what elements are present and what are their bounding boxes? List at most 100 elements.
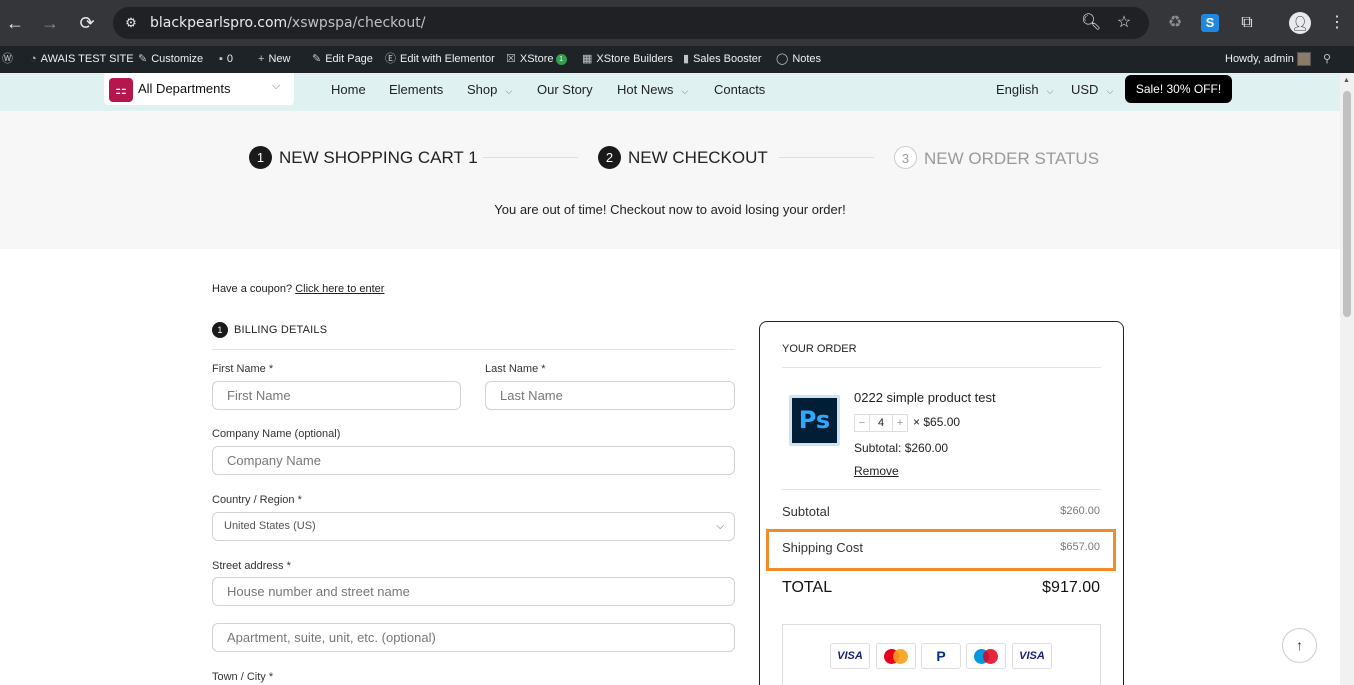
timer-message: You are out of time! Checkout now to avo… — [494, 202, 846, 217]
chevron-down-icon: ⌵ — [505, 86, 513, 96]
adminbar-customize[interactable]: ✎ Customize — [138, 46, 203, 73]
chevron-down-icon: ⌵ — [1106, 86, 1114, 96]
address-bar[interactable]: ⚙ blackpearlspro.com/xswpspa/checkout/ 🔍… — [113, 7, 1149, 39]
adminbar-notes[interactable]: ◯ Notes — [776, 46, 821, 73]
browser-toolbar: ← → ⟳ ⚙ blackpearlspro.com/xswpspa/check… — [0, 0, 1354, 46]
adminbar-howdy[interactable]: Howdy, admin — [1225, 46, 1311, 73]
order-title: YOUR ORDER — [782, 343, 857, 355]
plus-icon: + — [258, 53, 265, 65]
city-label: Town / City * — [212, 671, 274, 683]
divider — [212, 349, 735, 350]
language-switcher[interactable]: English ⌵ — [996, 82, 1053, 97]
coupon-link[interactable]: Click here to enter — [295, 283, 384, 295]
last-name-field[interactable] — [485, 381, 735, 410]
profile-icon[interactable]: 👤︎ — [1289, 12, 1311, 34]
bookmark-star-icon[interactable]: ☆ — [1114, 13, 1134, 33]
extension-s-icon[interactable]: S — [1201, 14, 1219, 32]
menu-hot-news[interactable]: Hot News ⌵ — [617, 82, 688, 97]
zoom-icon[interactable]: 🔍︎ — [1081, 13, 1101, 33]
step-order-status: 3 NEW ORDER STATUS — [894, 146, 1099, 169]
last-name-label: Last Name * — [485, 363, 546, 375]
quantity-stepper[interactable]: −4 + — [854, 414, 908, 432]
departments-label: All Departments — [138, 81, 231, 96]
divider — [782, 367, 1101, 368]
apartment-field[interactable] — [212, 623, 735, 652]
subtotal-value: $260.00 — [1060, 505, 1100, 517]
adminbar-builders[interactable]: ▦ XStore Builders — [582, 46, 673, 73]
adminbar-xstore[interactable]: ☒ XStore 1 — [506, 46, 567, 73]
order-summary-card: YOUR ORDER Ps 0222 simple product test −… — [759, 321, 1124, 685]
scrollbar-thumb[interactable] — [1343, 91, 1351, 317]
page-scrollbar[interactable]: ▲ — [1340, 73, 1354, 685]
wp-admin-bar: Ⓦ ◔ AWAIS TEST SITE ✎ Customize ▪ 0 + New ✎ E… — [0, 46, 1354, 73]
extensions-puzzle-icon[interactable]: ⧉ — [1236, 12, 1258, 34]
step-checkout[interactable]: 2 NEW CHECKOUT — [598, 146, 768, 169]
checkout-steps: 1 NEW SHOPPING CART 1 2 NEW CHECKOUT 3 NEW … — [0, 111, 1340, 249]
forward-icon[interactable]: → — [38, 11, 62, 35]
adminbar-search-icon[interactable]: ⚲ — [1323, 46, 1335, 73]
unit-price: × $65.00 — [913, 415, 961, 429]
browser-menu-icon[interactable]: ⋮ — [1326, 12, 1348, 34]
wordpress-logo-icon[interactable]: Ⓦ — [2, 46, 17, 73]
first-name-field[interactable] — [212, 381, 461, 410]
arrow-up-icon: ↑ — [1296, 637, 1303, 653]
total-value: $917.00 — [1042, 579, 1100, 596]
product-thumbnail[interactable]: Ps — [789, 395, 840, 446]
product-name[interactable]: 0222 simple product test — [854, 390, 996, 405]
scroll-up-arrow-icon[interactable]: ▲ — [1343, 77, 1350, 84]
comment-icon: ▪ — [219, 53, 223, 65]
grid-icon: ▦ — [582, 53, 593, 65]
street-field[interactable] — [212, 577, 735, 606]
qty-plus-button[interactable]: + — [893, 415, 907, 431]
reload-icon[interactable]: ⟳ — [75, 11, 99, 35]
subtotal-label: Subtotal — [782, 504, 830, 519]
paypal-icon: P — [921, 643, 961, 669]
back-to-top-button[interactable]: ↑ — [1282, 628, 1317, 663]
brush-icon: ✎ — [138, 53, 148, 65]
elementor-icon: Ⓔ — [385, 53, 396, 65]
adminbar-new[interactable]: + New — [258, 46, 290, 73]
chevron-down-icon: ⌵ — [1046, 86, 1054, 96]
menu-contacts[interactable]: Contacts — [714, 82, 765, 97]
pencil-icon: ✎ — [312, 53, 322, 65]
all-departments-dropdown[interactable]: ⚏ All Departments ⌵ — [104, 73, 294, 105]
divider — [782, 489, 1101, 490]
mastercard-icon — [876, 643, 916, 669]
payment-methods: VISA P VISA — [782, 624, 1101, 685]
xstore-badge: 1 — [555, 53, 567, 65]
menu-elements[interactable]: Elements — [389, 82, 443, 97]
country-label: Country / Region * — [212, 494, 302, 506]
chat-icon: ◯ — [776, 53, 789, 65]
adminbar-edit-page[interactable]: ✎ Edit Page — [312, 46, 373, 73]
sale-button[interactable]: Sale! 30% OFF! — [1125, 75, 1232, 103]
adminbar-site[interactable]: ◔ AWAIS TEST SITE — [30, 46, 134, 73]
menu-home[interactable]: Home — [331, 82, 366, 97]
chevron-down-icon: ⌵ — [681, 86, 689, 96]
site-info-icon[interactable]: ⚙ — [123, 15, 139, 31]
currency-switcher[interactable]: USD ⌵ — [1071, 82, 1113, 97]
extension-recycle-icon[interactable]: ♻ — [1164, 12, 1186, 34]
adminbar-comments[interactable]: ▪ 0 — [219, 46, 233, 73]
adminbar-edit-elementor[interactable]: Ⓔ Edit with Elementor — [385, 46, 495, 73]
url-text[interactable]: blackpearlspro.com/xswpspa/checkout/ — [150, 15, 425, 31]
dashboard-icon: ◔ — [30, 53, 37, 65]
visa-icon: VISA — [1012, 643, 1052, 669]
qty-minus-button[interactable]: − — [855, 415, 869, 431]
back-icon[interactable]: ← — [3, 11, 27, 35]
step-cart[interactable]: 1 NEW SHOPPING CART 1 — [249, 146, 478, 169]
first-name-label: First Name * — [212, 363, 274, 375]
chevron-down-icon: ⌵ — [716, 521, 724, 532]
menu-shop[interactable]: Shop ⌵ — [467, 82, 512, 97]
menu-our-story[interactable]: Our Story — [537, 82, 593, 97]
company-label: Company Name (optional) — [212, 428, 341, 440]
company-field[interactable] — [212, 446, 735, 475]
product-subtotal: Subtotal: $260.00 — [854, 441, 949, 455]
maestro-icon — [966, 643, 1006, 669]
step-divider — [779, 157, 874, 158]
country-select[interactable]: United States (US) ⌵ — [212, 512, 735, 541]
street-label: Street address * — [212, 560, 291, 572]
qty-value[interactable]: 4 — [869, 415, 893, 431]
adminbar-sales-booster[interactable]: ▮ Sales Booster — [683, 46, 762, 73]
departments-grid-icon: ⚏ — [109, 78, 133, 102]
remove-link[interactable]: Remove — [854, 464, 899, 478]
